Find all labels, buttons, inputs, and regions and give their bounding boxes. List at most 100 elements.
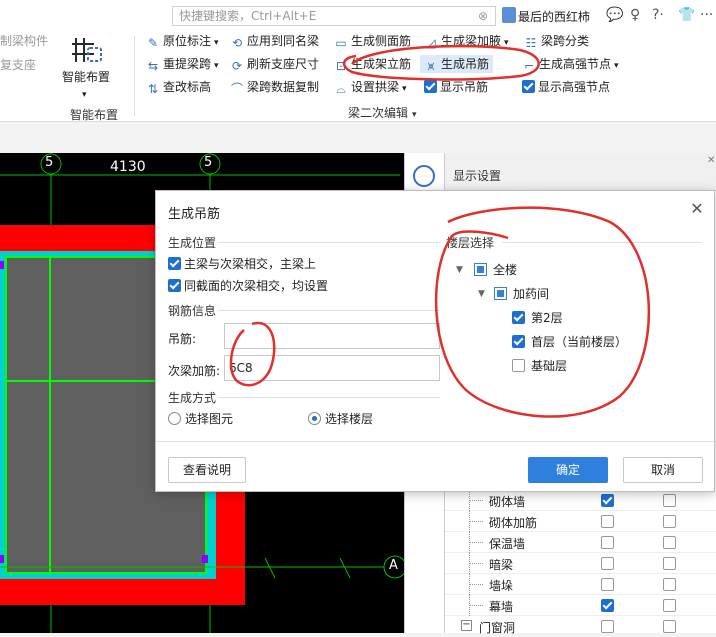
hanger-label: 吊筋:: [168, 332, 197, 346]
panel-header: 显示设置 ✕: [445, 153, 716, 191]
span-icon: ⇆: [147, 59, 159, 73]
row-checkbox[interactable]: [663, 620, 676, 633]
divider: [502, 242, 702, 243]
row-checkbox[interactable]: [601, 599, 614, 612]
apply-icon: ⟲: [231, 36, 243, 50]
radio[interactable]: [168, 412, 181, 425]
search-input[interactable]: 快捷键搜索，Ctrl+Alt+E: [172, 6, 496, 26]
chat-icon[interactable]: 💬: [606, 6, 623, 24]
show-high-strength-checkbox[interactable]: [522, 80, 535, 93]
row-label: 门窗洞: [479, 621, 516, 635]
divider: [218, 397, 440, 398]
ok-button[interactable]: 确定: [528, 457, 608, 483]
ribbon-apply-same-beam[interactable]: ⟲ 应用到同名梁: [230, 32, 319, 50]
row-checkbox[interactable]: [601, 557, 614, 570]
smart-layout-icon[interactable]: [70, 34, 104, 66]
row-checkbox[interactable]: [663, 557, 676, 570]
smart-layout-button[interactable]: 智能布置: [62, 68, 110, 86]
ribbon-show-hanger[interactable]: 显示吊筋: [424, 78, 488, 96]
row-checkbox[interactable]: [601, 515, 614, 528]
chevron-down-icon[interactable]: ▾: [82, 86, 87, 104]
cancel-button[interactable]: 取消: [623, 457, 703, 483]
ribbon-in-place-annotation[interactable]: ✎ 原位标注 ▾: [146, 32, 219, 50]
rotate-view-icon[interactable]: [413, 165, 435, 187]
bulb-icon[interactable]: ♀: [630, 6, 640, 24]
option-same-section[interactable]: 同截面的次梁相交，均设置: [168, 278, 328, 294]
checkbox[interactable]: [168, 279, 181, 292]
ribbon-span-classify[interactable]: ☷ 梁跨分类: [524, 32, 589, 50]
tree-item-group[interactable]: 加药间: [494, 286, 549, 302]
checkbox[interactable]: [168, 257, 181, 270]
tree-item-floor2[interactable]: 第2层: [512, 310, 563, 326]
row-checkbox[interactable]: [663, 536, 676, 549]
row-checkbox[interactable]: [663, 578, 676, 591]
arch-icon: ⌓: [336, 82, 346, 96]
help-icon[interactable]: ?·: [652, 6, 664, 24]
checkbox[interactable]: [512, 311, 525, 324]
expand-icon[interactable]: ▼: [456, 265, 463, 275]
list-item: 砌体加筋: [445, 511, 716, 532]
tree-item-base[interactable]: 基础层: [512, 358, 567, 374]
avatar[interactable]: [502, 7, 516, 23]
row-label: 砌体墙: [489, 495, 526, 509]
ribbon-erection-rebar[interactable]: ⊡ 生成架立筋: [334, 55, 411, 73]
option-main-secondary[interactable]: 主梁与次梁相交，主梁上: [168, 256, 316, 272]
checkbox[interactable]: [512, 335, 525, 348]
radio[interactable]: [308, 412, 321, 425]
joint-icon: ⌐: [523, 59, 535, 73]
row-checkbox[interactable]: [601, 578, 614, 591]
expand-icon[interactable]: ▼: [478, 289, 485, 299]
clear-icon[interactable]: ⊗: [478, 9, 492, 23]
checkbox[interactable]: [474, 263, 487, 276]
shirt-icon[interactable]: 👕: [678, 6, 695, 24]
row-checkbox[interactable]: [663, 494, 676, 507]
row-label: 幕墙: [489, 600, 514, 614]
stirrup-input[interactable]: 6C8: [224, 355, 440, 381]
list-item: 砌体墙: [445, 490, 716, 511]
row-checkbox[interactable]: [601, 536, 614, 549]
list-item: 墙垛: [445, 574, 716, 595]
divider: [134, 36, 135, 116]
ribbon-generate-hanger[interactable]: ⩙ 生成吊筋: [420, 55, 494, 73]
ribbon-beam-haunch[interactable]: ◿ 生成梁加腋 ▾: [424, 32, 508, 50]
group-label-beam-edit: 梁二次编辑 ▾: [348, 106, 417, 120]
checkbox[interactable]: [512, 359, 525, 372]
ribbon-check-elevation[interactable]: ⇅ 查改标高: [146, 78, 211, 96]
help-button[interactable]: 查看说明: [168, 457, 246, 483]
row-label: 墙垛: [489, 579, 514, 593]
close-icon[interactable]: ✕: [689, 201, 705, 217]
ribbon-high-strength-joint[interactable]: ⌐ 生成高强节点 ▾: [522, 55, 619, 73]
row-label: 保温墙: [489, 537, 526, 551]
ribbon-reextract-span[interactable]: ⇆ 重提梁跨 ▾: [146, 55, 219, 73]
refresh-icon: ⟳: [231, 59, 243, 73]
row-checkbox[interactable]: [601, 494, 614, 507]
radio-select-floor[interactable]: 选择楼层: [308, 411, 373, 427]
row-checkbox[interactable]: [601, 620, 614, 633]
axis-label-5-right: 5: [204, 155, 213, 170]
close-icon[interactable]: ✕: [707, 155, 715, 166]
annotation-icon: ✎: [147, 36, 159, 50]
checkbox[interactable]: [494, 287, 507, 300]
ribbon-side-rebar[interactable]: ▭ 生成侧面筋: [334, 32, 411, 50]
row-checkbox[interactable]: [663, 515, 676, 528]
ribbon-refresh-support[interactable]: ⟳ 刷新支座尺寸: [230, 55, 319, 73]
tree-item-all[interactable]: 全楼: [474, 262, 517, 278]
section-title-method: 生成方式: [168, 391, 217, 405]
tree-item-floor1[interactable]: 首层（当前楼层）: [512, 334, 627, 350]
ribbon-show-high-strength[interactable]: 显示高强节点: [522, 78, 610, 96]
row-checkbox[interactable]: [663, 599, 676, 612]
ribbon-copy-span-data[interactable]: ⌒ 梁跨数据复制: [230, 78, 319, 96]
ribbon-arch-beam[interactable]: ⌓ 设置拱梁 ▾: [334, 78, 406, 96]
divider: [218, 242, 440, 243]
hanger-input[interactable]: [224, 323, 440, 349]
dialog-title: 生成吊筋: [168, 207, 221, 222]
divider: [218, 310, 440, 311]
show-hanger-checkbox[interactable]: [424, 80, 437, 93]
list-item: 暗梁: [445, 553, 716, 574]
more-icon[interactable]: ···: [700, 6, 713, 24]
radio-select-element[interactable]: 选择图元: [168, 411, 233, 427]
collapse-icon[interactable]: −: [461, 620, 472, 631]
stirrup-label: 次梁加筋:: [168, 364, 221, 378]
user-name[interactable]: 最后的西红柿: [518, 8, 590, 25]
list-item: 幕墙: [445, 595, 716, 616]
